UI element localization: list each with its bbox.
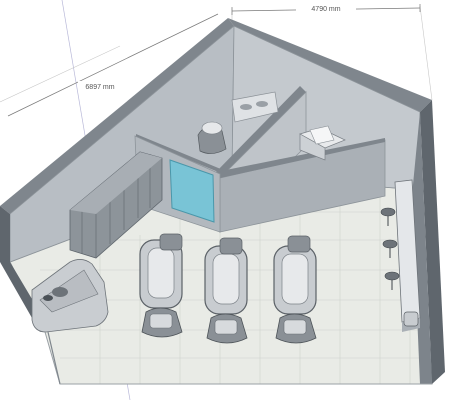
- styling-chair-back-icon: [287, 235, 311, 253]
- styling-station-3: [273, 235, 317, 344]
- sink-right-icon: [256, 101, 268, 107]
- cushion-icon: [52, 287, 68, 297]
- chair-seat-icon: [382, 239, 398, 249]
- dimension-top-label: 4790 mm: [311, 6, 340, 13]
- salon-floorplan: 4790 mm 6897 mm: [0, 0, 450, 400]
- styling-station-2: [204, 237, 248, 344]
- guide-line-top-right: [419, 5, 433, 101]
- chair-seat-icon: [384, 271, 400, 281]
- bin-icon: [403, 311, 419, 327]
- cushion-icon: [43, 295, 53, 301]
- dimension-top: 4790 mm: [231, 3, 421, 15]
- sink-left-icon: [240, 104, 252, 110]
- shampoo-basin-icon: [201, 121, 223, 135]
- styling-chair-back-icon: [159, 233, 183, 251]
- guide-line-diagonal: [0, 45, 121, 103]
- chair-seat-icon: [380, 207, 396, 217]
- styling-chair-back-icon: [219, 237, 243, 255]
- floorplan-drawing: 4790 mm 6897 mm: [0, 0, 445, 400]
- styling-station-1: [139, 233, 183, 338]
- dimension-left-label: 6897 mm: [85, 84, 114, 91]
